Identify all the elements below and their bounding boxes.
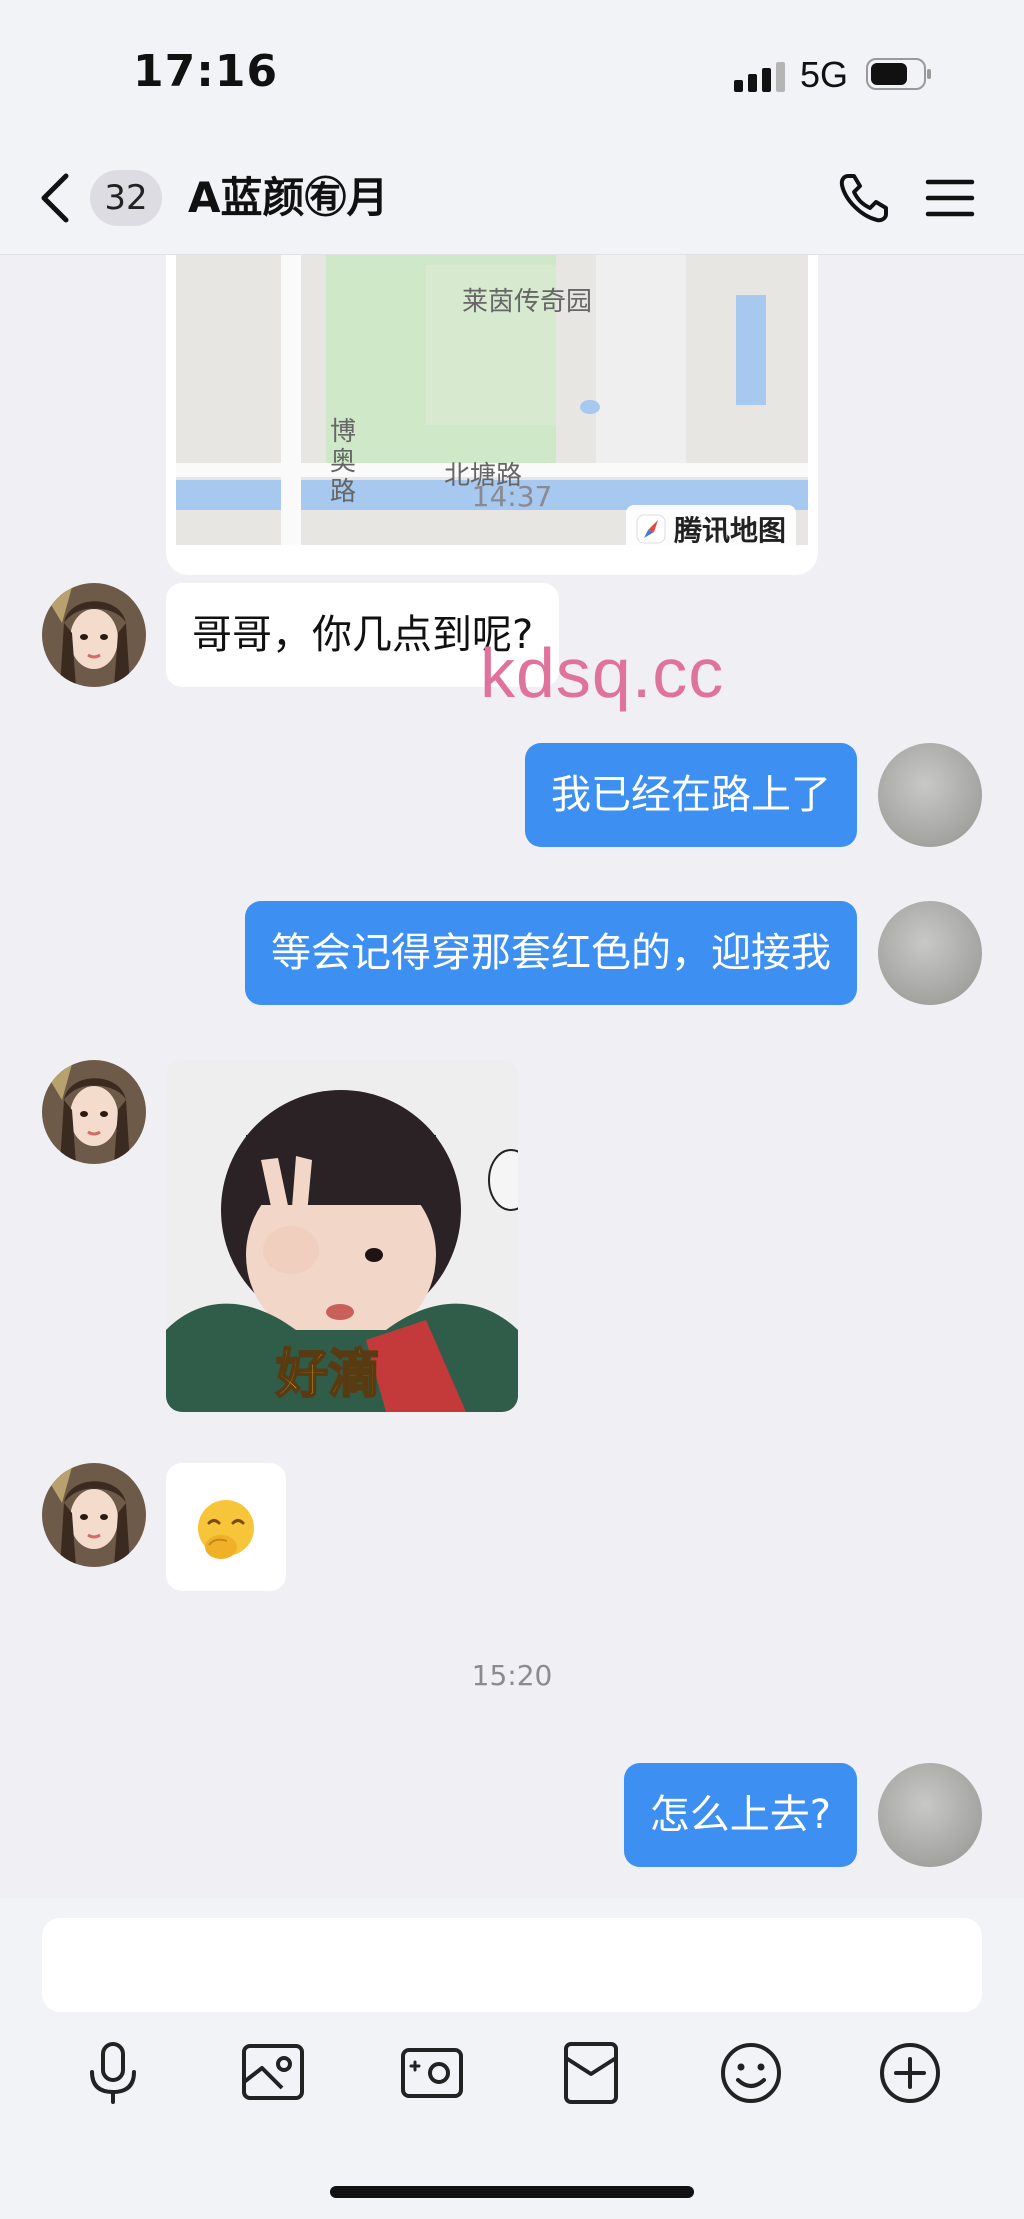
camera-icon[interactable] <box>397 2038 467 2108</box>
message-input[interactable] <box>42 1918 982 2012</box>
status-time: 17:16 <box>133 46 279 97</box>
battery-icon <box>866 58 931 90</box>
message-bubble-outgoing[interactable]: 怎么上去? <box>623 1763 857 1867</box>
emoji-icon[interactable] <box>716 2038 786 2108</box>
input-panel <box>0 1898 1024 2219</box>
contact-avatar[interactable] <box>42 1060 146 1164</box>
chat-header: 32 A蓝颜㊒月 <box>0 150 1024 255</box>
unread-badge[interactable]: 32 <box>90 170 162 226</box>
plus-icon[interactable] <box>875 2038 945 2108</box>
message-list[interactable]: 莱茵传奇园 北塘路 博奥路 腾讯地图 14:37 哥哥，你几点到呢? 我已经在路… <box>0 255 1024 1900</box>
message-bubble-outgoing[interactable]: 等会记得穿那套红色的，迎接我 <box>245 901 857 1005</box>
my-avatar[interactable] <box>878 1763 982 1867</box>
my-avatar[interactable] <box>878 743 982 847</box>
timestamp: 14:37 <box>471 480 553 513</box>
map-park-label: 莱茵传奇园 <box>462 287 593 317</box>
mic-icon[interactable] <box>78 2038 148 2108</box>
menu-icon[interactable] <box>924 172 976 224</box>
message-bubble-outgoing[interactable]: 我已经在路上了 <box>525 743 857 847</box>
location-message[interactable]: 莱茵传奇园 北塘路 博奥路 腾讯地图 <box>166 255 818 575</box>
chat-title: A蓝颜㊒月 <box>188 173 389 222</box>
signal-icon <box>734 62 785 92</box>
timestamp: 15:20 <box>471 1659 553 1692</box>
emoji-message[interactable] <box>166 1463 286 1591</box>
back-icon[interactable] <box>36 170 76 226</box>
contact-avatar[interactable] <box>42 1463 146 1567</box>
sticker-message[interactable]: 好滴 <box>166 1060 518 1412</box>
hand-over-mouth-emoji-icon <box>198 1499 254 1559</box>
compass-icon <box>636 514 666 544</box>
red-packet-icon[interactable] <box>556 2038 626 2108</box>
sticker-caption: 好滴 <box>275 1344 381 1406</box>
watermark: kdsq.cc <box>480 634 725 712</box>
status-bar: 17:16 5G <box>0 0 1024 150</box>
image-icon[interactable] <box>238 2038 308 2108</box>
input-toolbar <box>0 2038 1024 2128</box>
contact-avatar[interactable] <box>42 583 146 687</box>
home-indicator[interactable] <box>330 2186 694 2198</box>
my-avatar[interactable] <box>878 901 982 1005</box>
phone-icon[interactable] <box>834 168 894 228</box>
map-provider-text: 腾讯地图 <box>673 514 786 547</box>
network-type: 5G <box>800 54 849 95</box>
